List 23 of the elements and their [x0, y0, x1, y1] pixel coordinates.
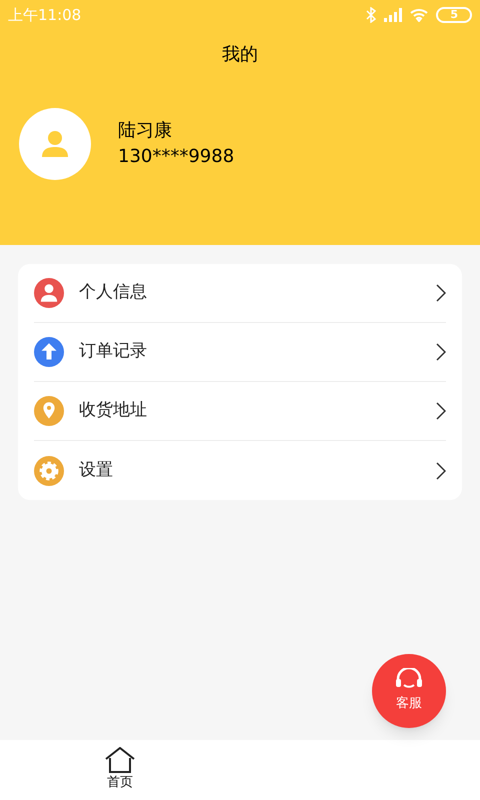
chevron-right-icon — [436, 284, 446, 302]
status-time: 上午11:08 — [8, 4, 82, 26]
menu-item[interactable]: 设置 — [34, 441, 446, 500]
menu-item[interactable]: 个人信息 — [34, 264, 446, 323]
menu-label: 收货地址 — [79, 399, 148, 422]
phone-number: 130****9988 — [118, 145, 234, 169]
battery-indicator: 5 — [436, 7, 472, 23]
menu-item[interactable]: 收货地址 — [34, 382, 446, 441]
user-name: 陆习康 — [118, 119, 173, 143]
chevron-right-icon — [436, 462, 446, 480]
menu-label: 个人信息 — [79, 281, 148, 304]
bluetooth-icon — [366, 7, 376, 23]
menu-label: 设置 — [79, 458, 114, 482]
menu-item[interactable]: 订单记录 — [34, 323, 446, 382]
menu-label: 订单记录 — [79, 340, 148, 364]
home-icon — [105, 747, 135, 774]
chevron-right-icon — [436, 343, 446, 361]
person-icon — [42, 130, 68, 158]
page-title: 我的 — [222, 42, 258, 66]
signal-icon — [384, 8, 402, 22]
wifi-icon — [410, 8, 428, 22]
customer-service-button[interactable]: 客服 — [372, 654, 446, 728]
chevron-right-icon — [436, 402, 446, 420]
